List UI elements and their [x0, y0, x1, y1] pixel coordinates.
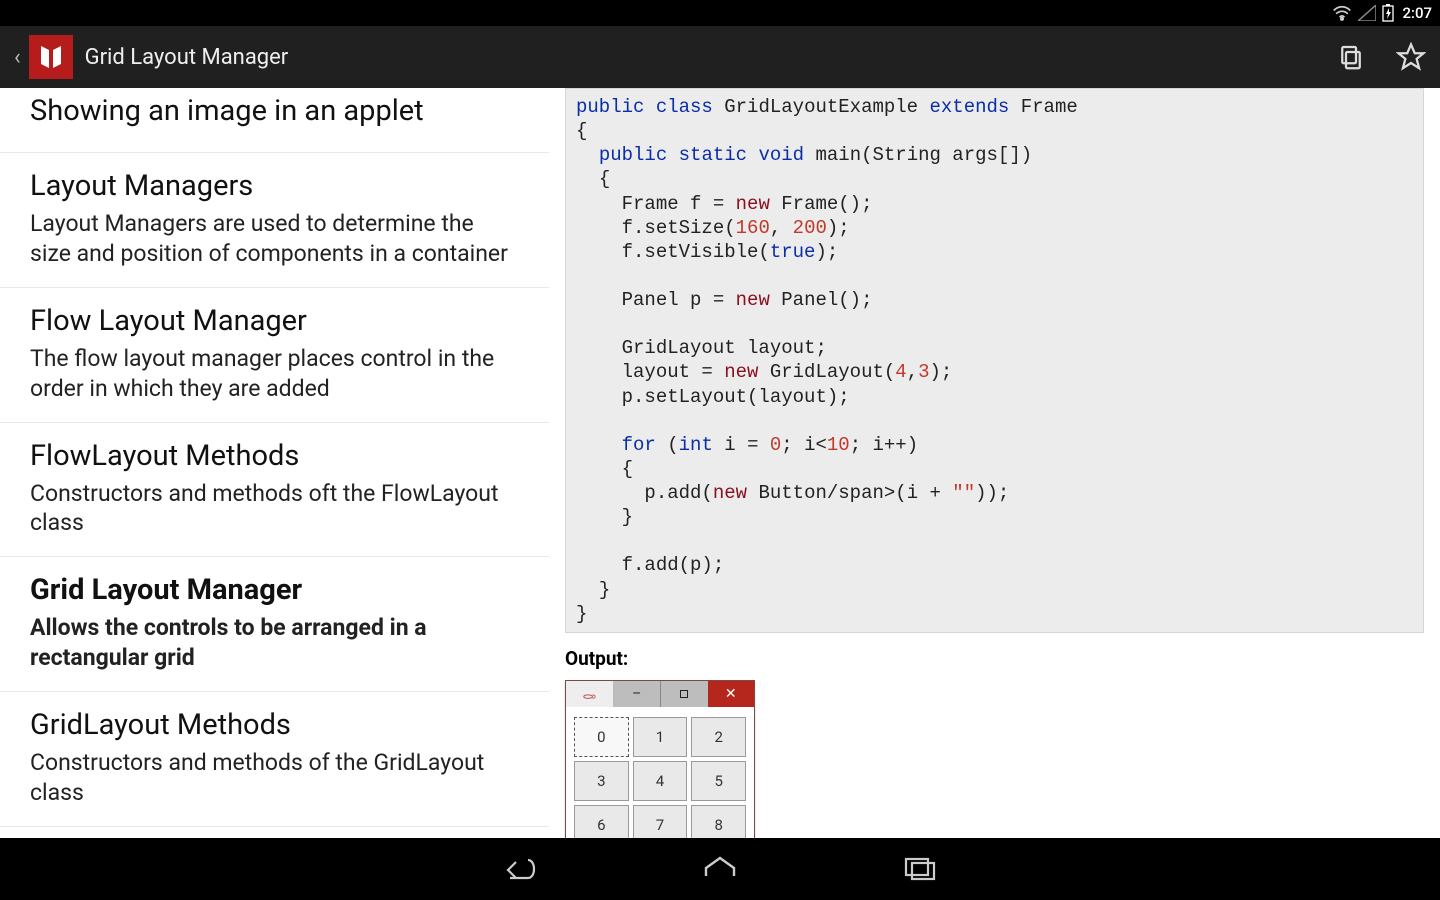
list-item-title: Grid Layout Manager	[30, 573, 519, 607]
copy-icon[interactable]	[1336, 42, 1366, 72]
grid-cell: 1	[633, 717, 688, 757]
list-item[interactable]: GridLayout Methods Constructors and meth…	[0, 692, 549, 827]
wifi-icon	[1332, 5, 1352, 21]
grid-cell: 0	[574, 717, 629, 757]
status-bar: 2:07	[0, 0, 1440, 26]
output-titlebar: – ✕	[566, 681, 754, 707]
list-item-title: FlowLayout Methods	[30, 439, 519, 473]
maximize-icon	[660, 681, 708, 707]
app-icon[interactable]	[29, 35, 73, 79]
signal-icon	[1358, 5, 1376, 21]
list-item-desc: The flow layout manager places control i…	[30, 344, 519, 404]
nav-bar	[0, 838, 1440, 900]
close-icon: ✕	[708, 681, 755, 707]
grid-cell: 3	[574, 761, 629, 801]
topic-list: Showing an image in an applet Layout Man…	[0, 88, 549, 838]
code-block: public class GridLayoutExample extends F…	[565, 88, 1424, 633]
home-nav-icon[interactable]	[700, 854, 740, 884]
list-item-desc: Layout Managers are used to determine th…	[30, 209, 519, 269]
grid-cell: 4	[633, 761, 688, 801]
list-item[interactable]: Layout Managers Layout Managers are used…	[0, 153, 549, 288]
list-item-desc: Constructors and methods oft the FlowLay…	[30, 479, 519, 539]
list-item[interactable]: Flow Layout Manager The flow layout mana…	[0, 288, 549, 423]
content-area: Showing an image in an applet Layout Man…	[0, 88, 1440, 838]
list-item[interactable]: Showing an image in an applet	[0, 88, 549, 153]
list-item-selected[interactable]: Grid Layout Manager Allows the controls …	[0, 557, 549, 692]
battery-charging-icon	[1382, 4, 1394, 22]
detail-pane: public class GridLayoutExample extends F…	[549, 88, 1440, 838]
page-title: Grid Layout Manager	[85, 45, 289, 70]
output-label: Output:	[565, 647, 1424, 670]
list-item-title: Showing an image in an applet	[30, 94, 519, 128]
grid-cell: 7	[633, 805, 688, 838]
grid-cell: 8	[691, 805, 746, 838]
recents-nav-icon[interactable]	[900, 854, 940, 884]
output-grid: 0 1 2 3 4 5 6 7 8 9	[566, 707, 754, 838]
list-item-desc: Allows the controls to be arranged in a …	[30, 613, 519, 673]
output-window: – ✕ 0 1 2 3 4 5 6 7 8 9	[565, 680, 755, 838]
java-icon	[566, 681, 614, 707]
back-icon[interactable]: ‹	[14, 45, 21, 70]
list-item-title: GridLayout Methods	[30, 708, 519, 742]
list-item[interactable]: FlowLayout Methods Constructors and meth…	[0, 423, 549, 558]
minimize-icon: –	[614, 681, 661, 707]
grid-cell: 2	[691, 717, 746, 757]
star-icon[interactable]	[1396, 42, 1426, 72]
status-time: 2:07	[1402, 4, 1432, 22]
list-item-title: Flow Layout Manager	[30, 304, 519, 338]
grid-cell: 6	[574, 805, 629, 838]
list-item-title: Layout Managers	[30, 169, 519, 203]
action-bar: ‹ Grid Layout Manager	[0, 26, 1440, 88]
back-nav-icon[interactable]	[500, 854, 540, 884]
grid-cell: 5	[691, 761, 746, 801]
list-item-desc: Constructors and methods of the GridLayo…	[30, 748, 519, 808]
